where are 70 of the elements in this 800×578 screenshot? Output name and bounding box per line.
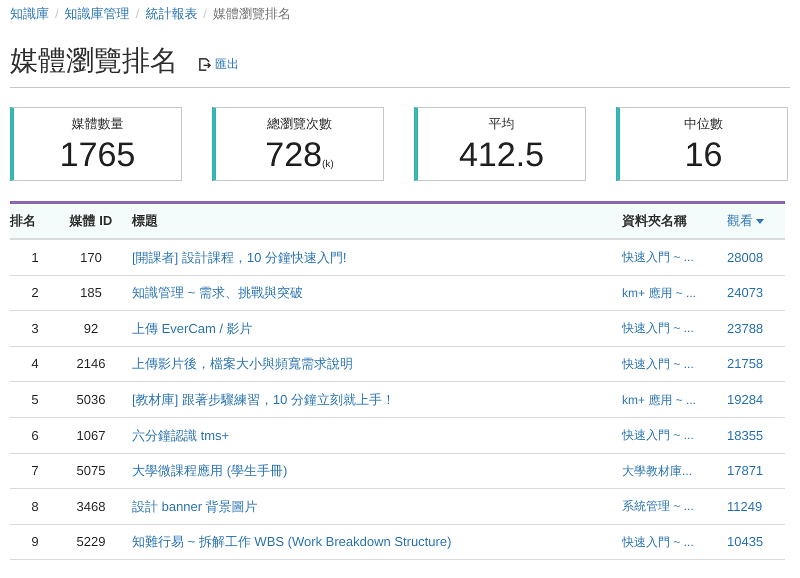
table-cell-text: 28008 [727, 248, 764, 267]
table-cell-text: 5 [30, 390, 40, 409]
folder-link[interactable]: 快速入門 ~ ... [622, 248, 727, 266]
stat-value: 1765 [60, 134, 136, 176]
title-link[interactable]: 設計 banner 背景圖片 [122, 496, 622, 516]
table-cell-text: 10435 [727, 533, 764, 552]
title-link[interactable]: 上傳 EverCam / 影片 [122, 318, 622, 338]
title-link[interactable]: 六分鐘認識 tms+ [122, 426, 622, 446]
breadcrumb-separator: / [134, 5, 140, 24]
table-cell-text: 23788 [727, 320, 764, 338]
folder-link[interactable]: 快速入門 ~ ... [622, 319, 727, 338]
table-cell-text: 1067 [76, 426, 106, 445]
folder-link[interactable]: 快速入門 ~ ... [622, 355, 727, 374]
column-header[interactable]: 排名 [10, 211, 60, 231]
folder-link[interactable]: 系統管理 ~ ... [622, 497, 727, 516]
stat-label: 總瀏覽次數 [267, 115, 332, 133]
title-link[interactable]: 知難行易 ~ 拆解工作 WBS (Work Breakdown Structure) [122, 532, 622, 552]
sort-caret-icon [756, 218, 764, 224]
folder-link[interactable]: 快速入門 ~ ... [622, 533, 727, 552]
column-header[interactable]: 觀看 [727, 211, 785, 231]
table-cell-text: 19284 [727, 390, 764, 409]
stat-label: 中位數 [684, 115, 723, 133]
table-cell-text: 5036 [76, 390, 106, 409]
column-header[interactable]: 媒體 ID [60, 211, 122, 231]
table-cell-text: 21758 [727, 355, 764, 374]
table-cell-text: 2146 [76, 355, 106, 374]
table-cell-text: 3 [30, 320, 40, 338]
breadcrumb-link[interactable]: 知識庫管理 [64, 4, 130, 24]
table-cell-text: 92 [82, 320, 100, 338]
table-cell-text: 9 [30, 533, 40, 552]
breadcrumb-separator: / [202, 5, 208, 24]
column-header[interactable]: 資料夾名稱 [622, 211, 727, 231]
table-cell-text: 5075 [76, 462, 106, 480]
table-cell-text: 170 [79, 248, 103, 267]
page-title: 媒體瀏覽排名 [10, 44, 178, 78]
breadcrumb-current: 媒體瀏覽排名 [212, 5, 291, 24]
folder-link[interactable]: 大學教材庫... [622, 462, 727, 480]
table-cell-text: 8 [30, 498, 40, 516]
folder-link[interactable]: km+ 應用 ~ ... [622, 284, 727, 302]
table-cell-text: 6 [30, 426, 40, 445]
folder-link[interactable]: km+ 應用 ~ ... [622, 390, 727, 409]
stat-label: 媒體數量 [72, 115, 124, 133]
stat-value: 728 [265, 134, 322, 176]
table-cell-text: 17871 [727, 462, 764, 480]
title-link[interactable]: 知識管理 ~ 需求、挑戰與突破 [122, 283, 622, 303]
folder-link[interactable]: 快速入門 ~ ... [622, 426, 727, 444]
table-cell-text: 11249 [727, 498, 764, 516]
title-link[interactable]: [開課者] 設計課程，10 分鐘快速入門! [122, 248, 622, 268]
breadcrumb-separator: / [54, 5, 60, 24]
stat-unit: (k) [322, 158, 334, 172]
table-cell-text: 24073 [727, 284, 764, 302]
table-cell-text: 18355 [727, 426, 764, 445]
breadcrumb-link[interactable]: 統計報表 [145, 4, 198, 24]
stat-label: 平均 [488, 115, 514, 133]
stat-value: 412.5 [458, 134, 544, 176]
table-cell-text: 4 [30, 355, 40, 374]
stat-value: 16 [684, 134, 722, 176]
table-cell-text: 185 [79, 284, 103, 302]
table-cell-text: 3468 [76, 498, 106, 516]
column-header[interactable]: 標題 [122, 211, 622, 231]
table-cell-text: 7 [30, 462, 40, 480]
export-icon [198, 58, 211, 70]
title-link[interactable]: 上傳影片後，檔案大小與頻寬需求說明 [122, 354, 622, 374]
table-cell-text: 5229 [76, 533, 106, 552]
table-cell-text: 2 [30, 284, 40, 302]
export-link[interactable]: 匯出 [198, 55, 239, 73]
title-link[interactable]: 大學微課程應用 (學生手冊) [122, 461, 622, 481]
title-link[interactable]: [教材庫] 跟著步驟練習，10 分鐘立刻就上手！ [122, 390, 622, 410]
breadcrumb-link[interactable]: 知識庫 [10, 4, 49, 24]
table-cell-text: 1 [30, 248, 40, 267]
